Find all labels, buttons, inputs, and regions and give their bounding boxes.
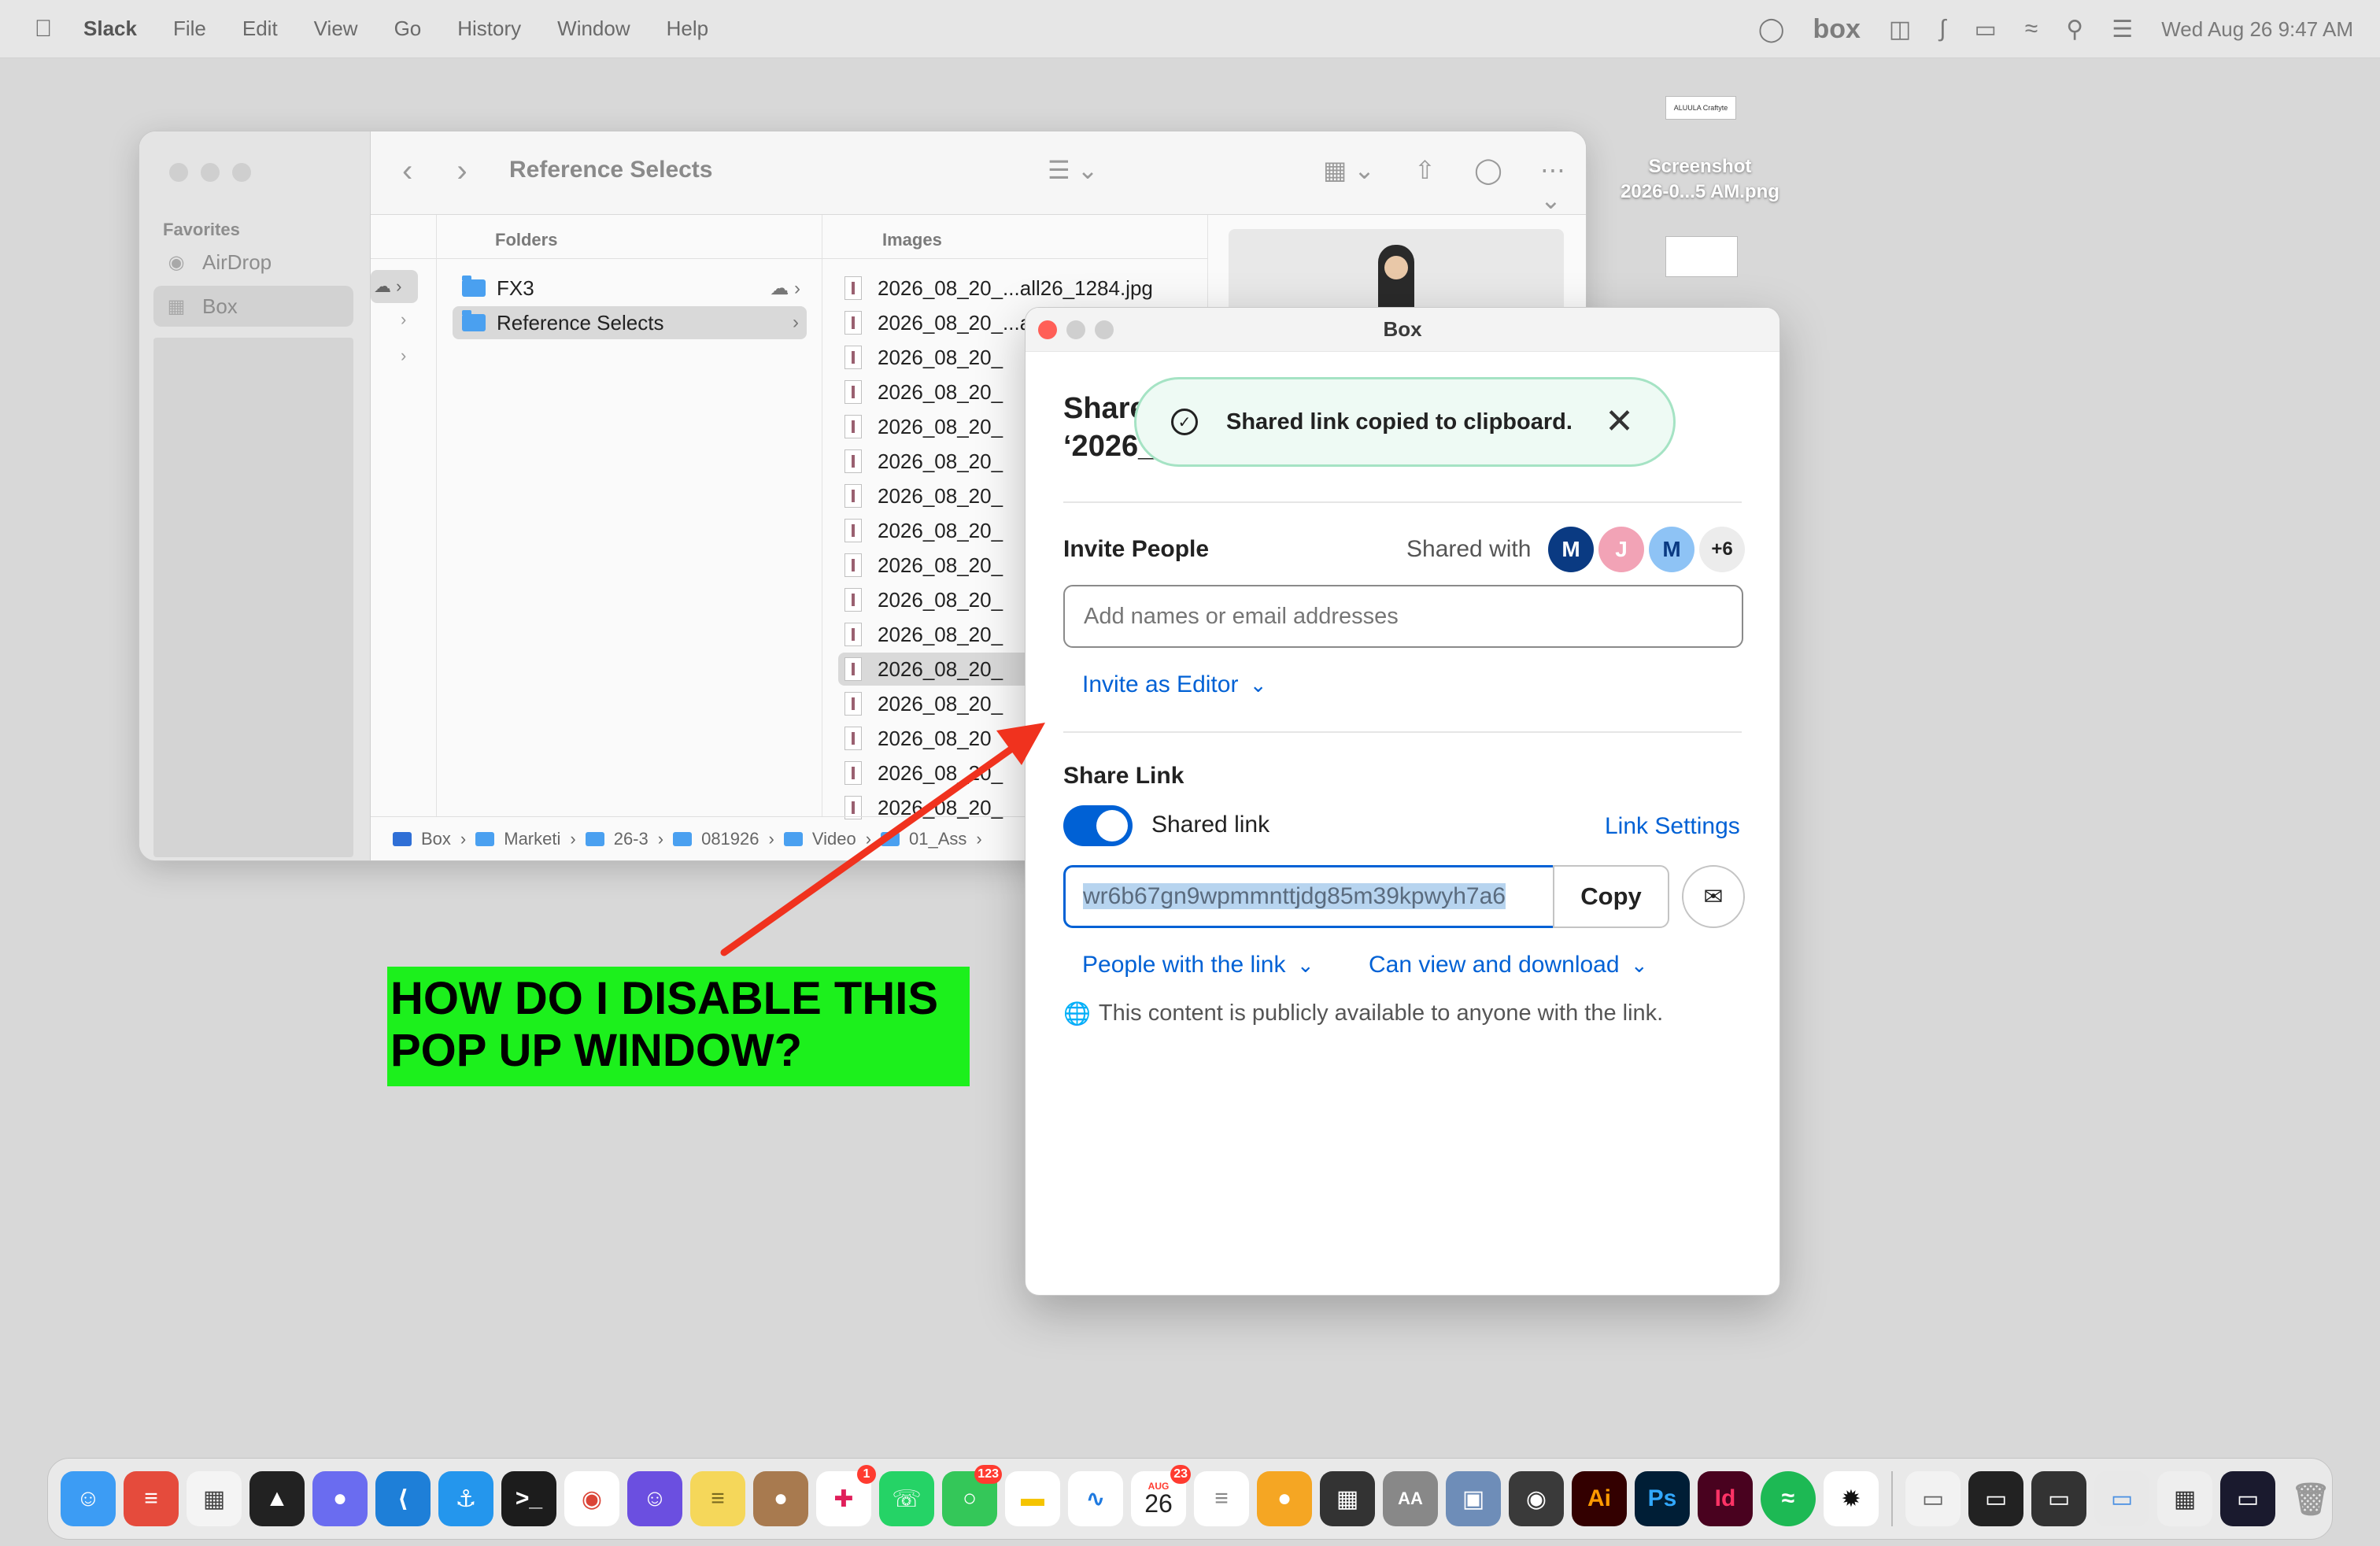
cube-app-icon[interactable]: ▲ bbox=[249, 1471, 305, 1526]
calculator-icon[interactable]: ▦ bbox=[1320, 1471, 1375, 1526]
notes-icon[interactable]: ▬ bbox=[1005, 1471, 1060, 1526]
recent-window-icon[interactable]: ▭ bbox=[1968, 1471, 2023, 1526]
contacts-icon[interactable]: ● bbox=[753, 1471, 808, 1526]
freeform-icon[interactable]: ∿ bbox=[1068, 1471, 1123, 1526]
illustrator-icon[interactable]: Ai bbox=[1572, 1471, 1627, 1526]
reminders-icon[interactable]: ≡ bbox=[1194, 1471, 1249, 1526]
calendar-badge: 23 bbox=[1170, 1465, 1191, 1484]
spotify-icon[interactable]: ≈ bbox=[1761, 1471, 1816, 1526]
dock-separator bbox=[1891, 1471, 1893, 1526]
messages-icon[interactable]: ○ 123 bbox=[942, 1465, 1002, 1526]
indesign-icon[interactable]: Id bbox=[1698, 1471, 1753, 1526]
slack-badge: 1 bbox=[857, 1465, 876, 1484]
recent-window-icon[interactable]: ▭ bbox=[2031, 1471, 2086, 1526]
terminal-icon[interactable]: >_ bbox=[501, 1471, 556, 1526]
photo-booth-icon[interactable]: ◉ bbox=[1509, 1471, 1564, 1526]
finder-icon[interactable]: ☺ bbox=[61, 1471, 116, 1526]
calendar-icon[interactable]: AUG 26 23 bbox=[1131, 1465, 1191, 1526]
vscode-icon[interactable]: ⟨ bbox=[375, 1471, 431, 1526]
recent-window-icon[interactable]: ▭ bbox=[2220, 1471, 2275, 1526]
annotation-callout: HOW DO I DISABLE THIS POP UP WINDOW? bbox=[387, 967, 970, 1086]
recent-window-icon[interactable]: ▦ bbox=[2157, 1471, 2212, 1526]
slack-icon[interactable]: ✚ 1 bbox=[816, 1465, 876, 1526]
todoist-icon[interactable]: ≡ bbox=[124, 1471, 179, 1526]
stickies-icon[interactable]: ≡ bbox=[690, 1471, 745, 1526]
messages-badge: 123 bbox=[974, 1465, 1002, 1484]
preview-icon[interactable]: ▣ bbox=[1446, 1471, 1501, 1526]
chatgpt-icon[interactable]: ✹ bbox=[1824, 1471, 1879, 1526]
launchpad-icon[interactable]: ▦ bbox=[187, 1471, 242, 1526]
ghost-app-icon[interactable]: ☺ bbox=[627, 1471, 682, 1526]
photoshop-icon[interactable]: Ps bbox=[1635, 1471, 1690, 1526]
trash-icon[interactable]: 🗑 bbox=[2283, 1471, 2338, 1526]
dock: ☺ ≡ ▦ ▲ ● ⟨ ⚓ >_ ◉ ☺ ≡ ● ✚ 1 ☏ ○ 123 ▬ ∿ A… bbox=[47, 1458, 2333, 1540]
whatsapp-icon[interactable]: ☏ bbox=[879, 1471, 934, 1526]
docker-icon[interactable]: ⚓ bbox=[438, 1471, 493, 1526]
chat-app-icon[interactable]: ● bbox=[312, 1471, 368, 1526]
font-book-icon[interactable]: AA bbox=[1383, 1471, 1438, 1526]
annotation-arrow bbox=[720, 723, 1045, 956]
recent-window-icon[interactable]: ▭ bbox=[1905, 1471, 1961, 1526]
beer-app-icon[interactable]: ● bbox=[1257, 1471, 1312, 1526]
recent-window-icon[interactable]: ▭ bbox=[2094, 1471, 2149, 1526]
chrome-icon[interactable]: ◉ bbox=[564, 1471, 619, 1526]
